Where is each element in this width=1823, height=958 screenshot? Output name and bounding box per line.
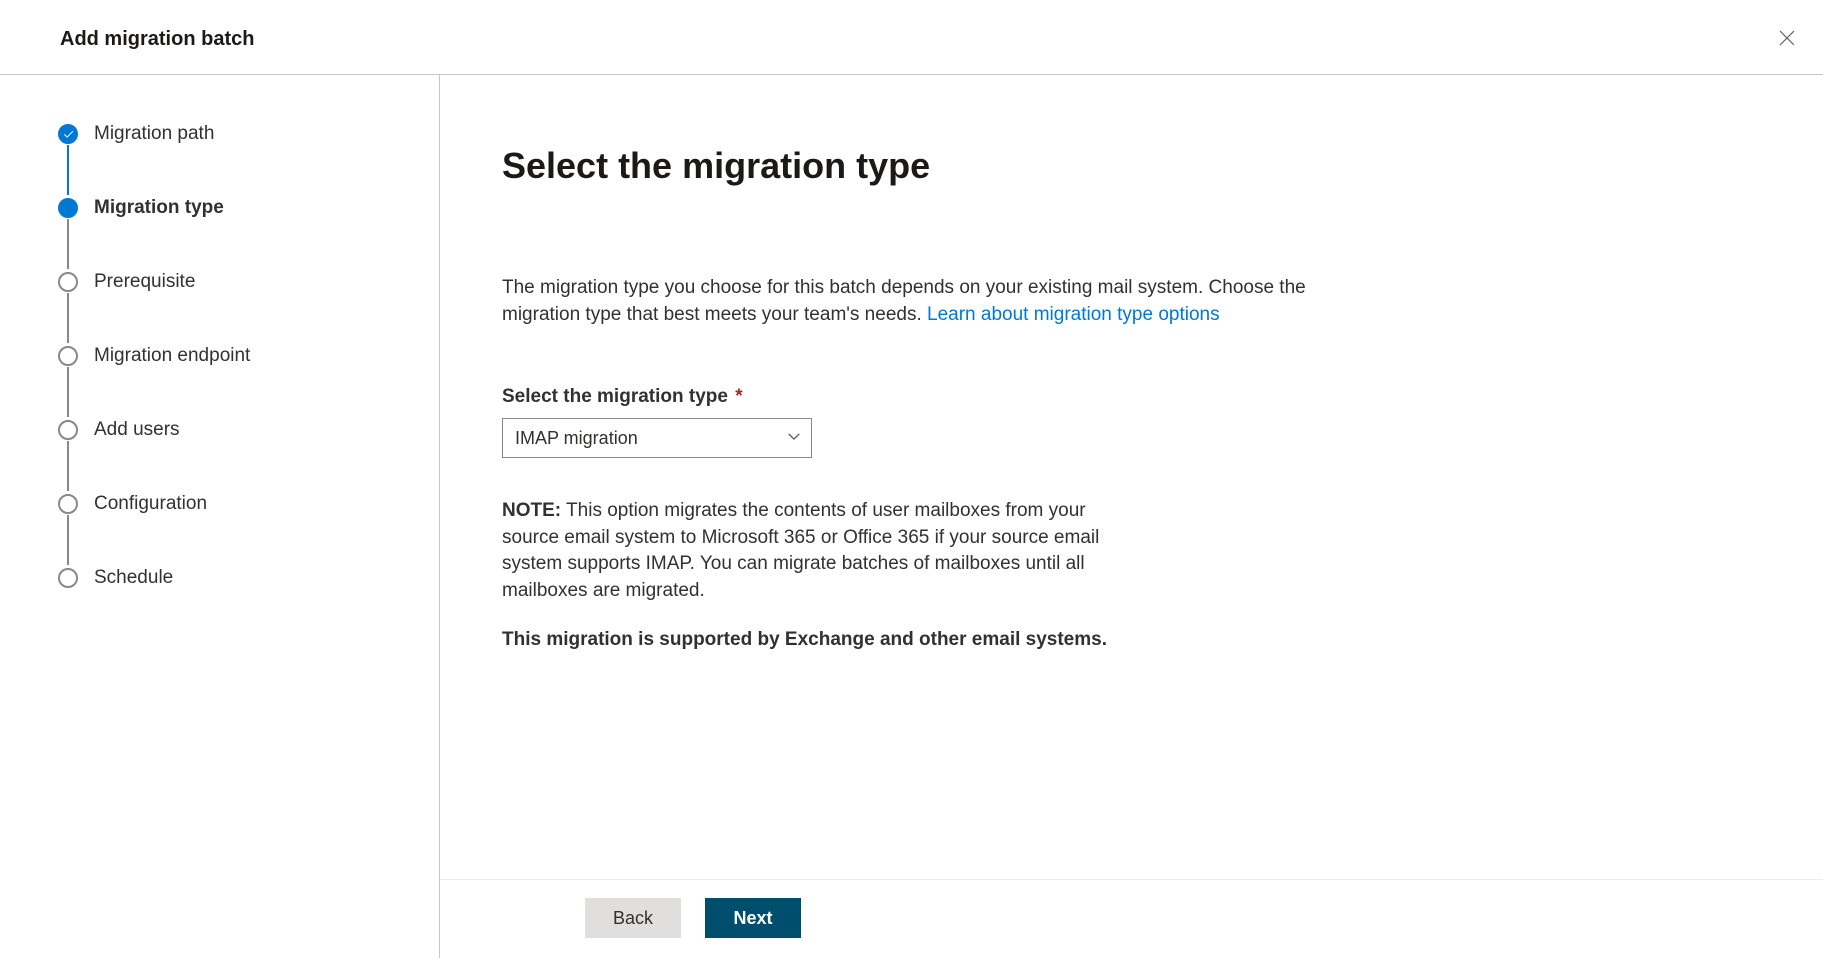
step-label: Configuration bbox=[94, 493, 207, 515]
step-label: Add users bbox=[94, 419, 180, 441]
migration-type-select-wrapper: IMAP migration bbox=[502, 418, 812, 458]
step-add-users[interactable]: Add users bbox=[58, 419, 399, 493]
step-indicator-upcoming-icon bbox=[58, 272, 78, 292]
step-label: Prerequisite bbox=[94, 271, 195, 293]
checkmark-icon bbox=[63, 129, 74, 140]
migration-type-label: Select the migration type * bbox=[502, 386, 1663, 408]
close-icon bbox=[1779, 30, 1795, 46]
step-migration-path[interactable]: Migration path bbox=[58, 123, 399, 197]
content-body: Select the migration type The migration … bbox=[440, 75, 1823, 879]
select-value: IMAP migration bbox=[515, 428, 638, 449]
step-indicator-upcoming-icon bbox=[58, 346, 78, 366]
step-indicator-upcoming-icon bbox=[58, 420, 78, 440]
page-title: Select the migration type bbox=[502, 145, 1663, 187]
learn-more-link[interactable]: Learn about migration type options bbox=[927, 304, 1220, 325]
step-indicator-upcoming-icon bbox=[58, 494, 78, 514]
required-asterisk: * bbox=[735, 386, 742, 407]
note-label: NOTE: bbox=[502, 500, 561, 521]
step-configuration[interactable]: Configuration bbox=[58, 493, 399, 567]
wizard-stepper: Migration path Migration type Prerequisi… bbox=[0, 75, 440, 958]
step-label: Migration type bbox=[94, 197, 224, 219]
back-button[interactable]: Back bbox=[585, 898, 681, 938]
step-prerequisite[interactable]: Prerequisite bbox=[58, 271, 399, 345]
note-paragraph: NOTE: This option migrates the contents … bbox=[502, 498, 1122, 604]
content-area: Select the migration type The migration … bbox=[440, 75, 1823, 958]
step-indicator-upcoming-icon bbox=[58, 568, 78, 588]
close-button[interactable] bbox=[1771, 22, 1803, 56]
dialog-title: Add migration batch bbox=[60, 28, 254, 51]
note-body: This option migrates the contents of use… bbox=[502, 500, 1099, 601]
step-migration-type[interactable]: Migration type bbox=[58, 197, 399, 271]
step-label: Schedule bbox=[94, 567, 173, 589]
step-schedule[interactable]: Schedule bbox=[58, 567, 399, 589]
support-line: This migration is supported by Exchange … bbox=[502, 629, 1122, 651]
intro-paragraph: The migration type you choose for this b… bbox=[502, 275, 1372, 328]
chevron-down-icon bbox=[787, 428, 801, 449]
next-button[interactable]: Next bbox=[705, 898, 801, 938]
label-text: Select the migration type bbox=[502, 386, 728, 407]
step-label: Migration endpoint bbox=[94, 345, 250, 367]
step-indicator-completed-icon bbox=[58, 124, 78, 144]
step-migration-endpoint[interactable]: Migration endpoint bbox=[58, 345, 399, 419]
wizard-footer: Back Next bbox=[440, 879, 1823, 958]
step-label: Migration path bbox=[94, 123, 214, 145]
step-indicator-current-icon bbox=[58, 198, 78, 218]
dialog-header: Add migration batch bbox=[0, 0, 1823, 75]
migration-type-select[interactable]: IMAP migration bbox=[502, 418, 812, 458]
main-container: Migration path Migration type Prerequisi… bbox=[0, 75, 1823, 958]
